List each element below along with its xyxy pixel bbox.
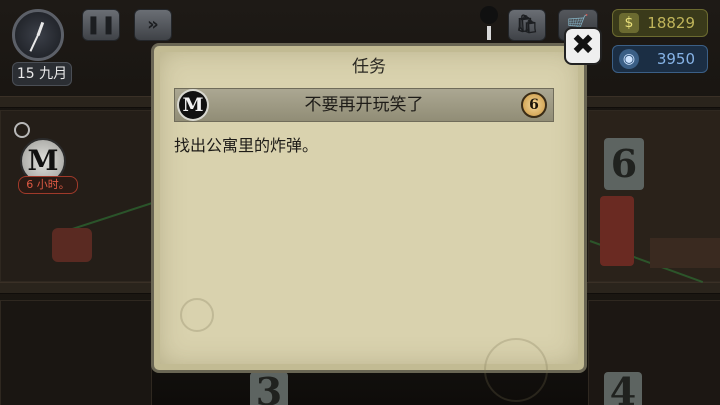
pause-button[interactable]: ❚❚ bbox=[82, 9, 120, 41]
gem-counter: ◉ 3950 bbox=[612, 45, 708, 73]
apartment-room bbox=[0, 300, 152, 405]
bag-icon: 🛍 bbox=[515, 14, 539, 35]
mission-level-badge: 6 bbox=[521, 92, 547, 118]
mission-description: 找出公寓里的炸弹。 bbox=[174, 136, 319, 155]
close-button[interactable]: ✖ bbox=[564, 27, 602, 65]
floor-number: 4 bbox=[604, 372, 642, 405]
mission-dialog: 任务 M 不要再开玩笑了 6 找出公寓里的炸弹。 bbox=[151, 43, 587, 402]
gem-icon: ◉ bbox=[619, 49, 639, 69]
floor-number: 6 bbox=[604, 138, 644, 190]
date-day: 15 bbox=[16, 66, 35, 82]
clock-icon[interactable] bbox=[12, 9, 64, 61]
agent-tie bbox=[487, 26, 491, 40]
agent-icon[interactable] bbox=[478, 6, 500, 42]
dollar-icon: $ bbox=[619, 13, 639, 33]
clock-minute-hand bbox=[29, 34, 39, 52]
date-month: 九月 bbox=[39, 66, 68, 82]
pause-icon: ❚❚ bbox=[85, 14, 117, 35]
furniture bbox=[650, 238, 720, 268]
agent-head bbox=[480, 6, 498, 24]
character-timer: 6 小时。 bbox=[18, 176, 78, 194]
dialog-title: 任务 bbox=[352, 57, 386, 77]
compass-deco-icon bbox=[180, 298, 214, 332]
mission-name: 不要再开玩笑了 bbox=[304, 95, 424, 115]
armchair bbox=[600, 196, 634, 266]
money-value: 18829 bbox=[647, 14, 695, 32]
armchair bbox=[52, 228, 92, 262]
date-display: 15 九月 bbox=[12, 62, 72, 86]
floor-number: 3 bbox=[250, 372, 288, 405]
gem-value: 3950 bbox=[656, 50, 695, 68]
fast-forward-icon: » bbox=[147, 14, 159, 35]
close-icon: ✖ bbox=[571, 28, 595, 61]
fast-forward-button[interactable]: » bbox=[134, 9, 172, 41]
compass-deco-icon bbox=[484, 338, 548, 402]
character-signal-icon bbox=[14, 122, 30, 138]
mission-row[interactable]: M 不要再开玩笑了 6 bbox=[174, 88, 554, 122]
money-counter: $ 18829 bbox=[612, 9, 708, 37]
bag-button[interactable]: 🛍 bbox=[508, 9, 546, 41]
